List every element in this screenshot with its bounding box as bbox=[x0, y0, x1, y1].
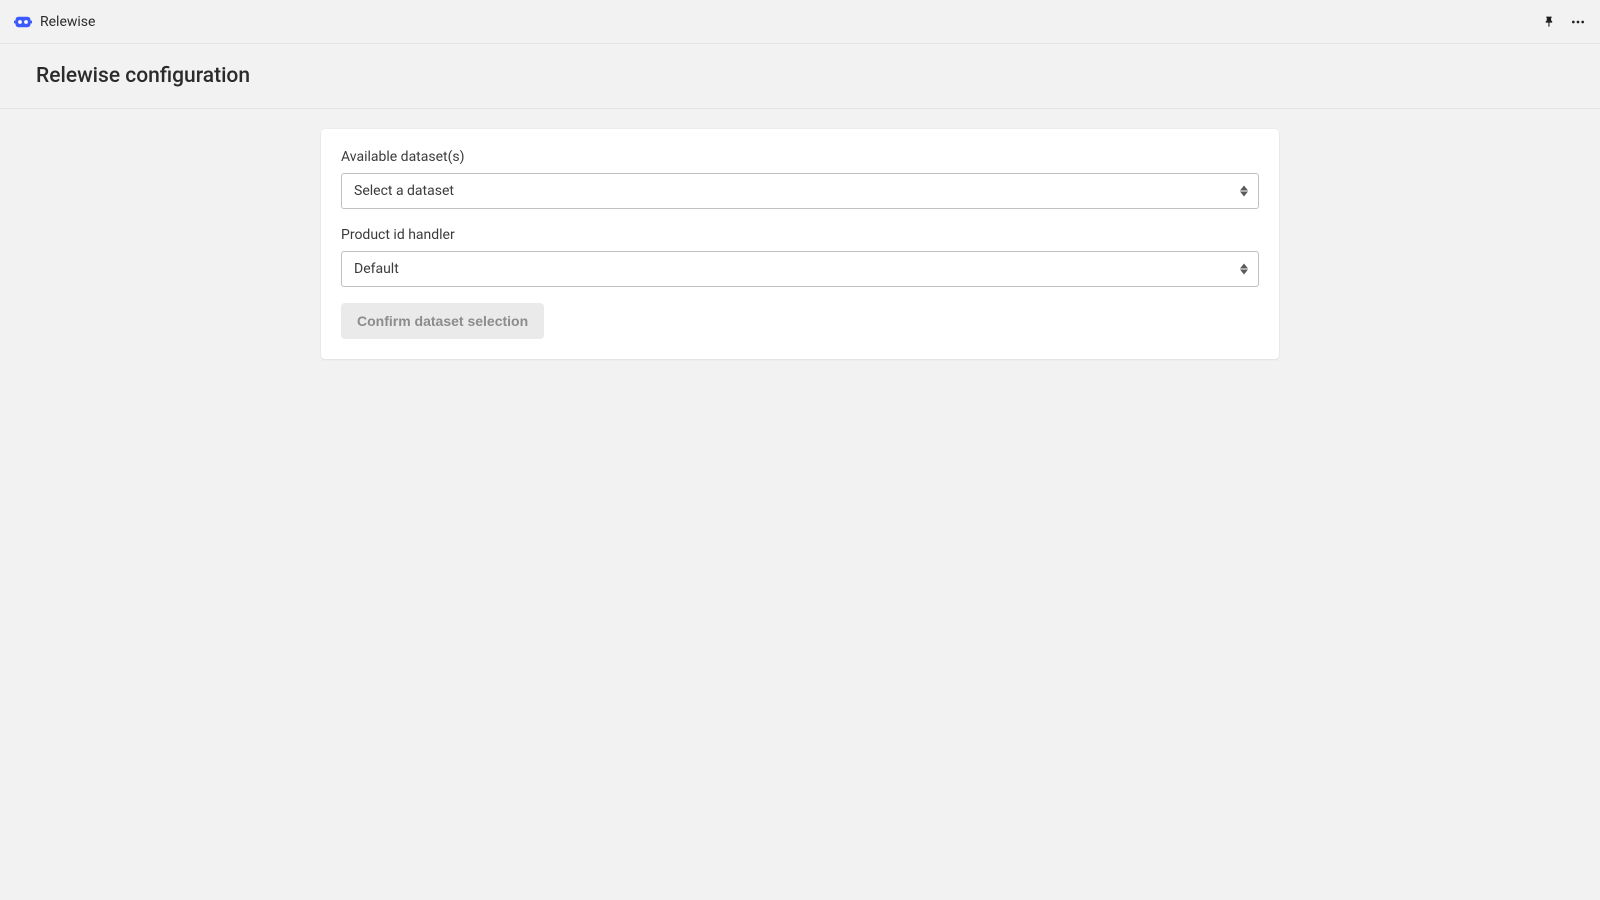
relewise-logo-icon bbox=[14, 13, 32, 31]
page-title: Relewise configuration bbox=[36, 64, 1564, 88]
page-header: Relewise configuration bbox=[0, 44, 1600, 109]
handler-select-value: Default bbox=[354, 261, 399, 277]
topbar-right bbox=[1543, 14, 1586, 30]
chevron-up-down-icon bbox=[1240, 186, 1248, 197]
dataset-select[interactable]: Select a dataset bbox=[341, 173, 1259, 209]
app-name: Relewise bbox=[40, 14, 95, 30]
chevron-up-down-icon bbox=[1240, 264, 1248, 275]
content-area: Available dataset(s) Select a dataset Pr… bbox=[0, 109, 1600, 379]
dataset-label: Available dataset(s) bbox=[341, 149, 1259, 165]
handler-field: Product id handler Default bbox=[341, 227, 1259, 287]
handler-label: Product id handler bbox=[341, 227, 1259, 243]
dataset-select-value: Select a dataset bbox=[354, 183, 454, 199]
confirm-button[interactable]: Confirm dataset selection bbox=[341, 303, 544, 339]
dataset-select-wrapper: Select a dataset bbox=[341, 173, 1259, 209]
handler-select-wrapper: Default bbox=[341, 251, 1259, 287]
pin-icon[interactable] bbox=[1543, 15, 1556, 28]
more-icon[interactable] bbox=[1570, 14, 1586, 30]
topbar-left: Relewise bbox=[14, 13, 95, 31]
topbar: Relewise bbox=[0, 0, 1600, 44]
dataset-field: Available dataset(s) Select a dataset bbox=[341, 149, 1259, 209]
config-card: Available dataset(s) Select a dataset Pr… bbox=[321, 129, 1279, 359]
handler-select[interactable]: Default bbox=[341, 251, 1259, 287]
